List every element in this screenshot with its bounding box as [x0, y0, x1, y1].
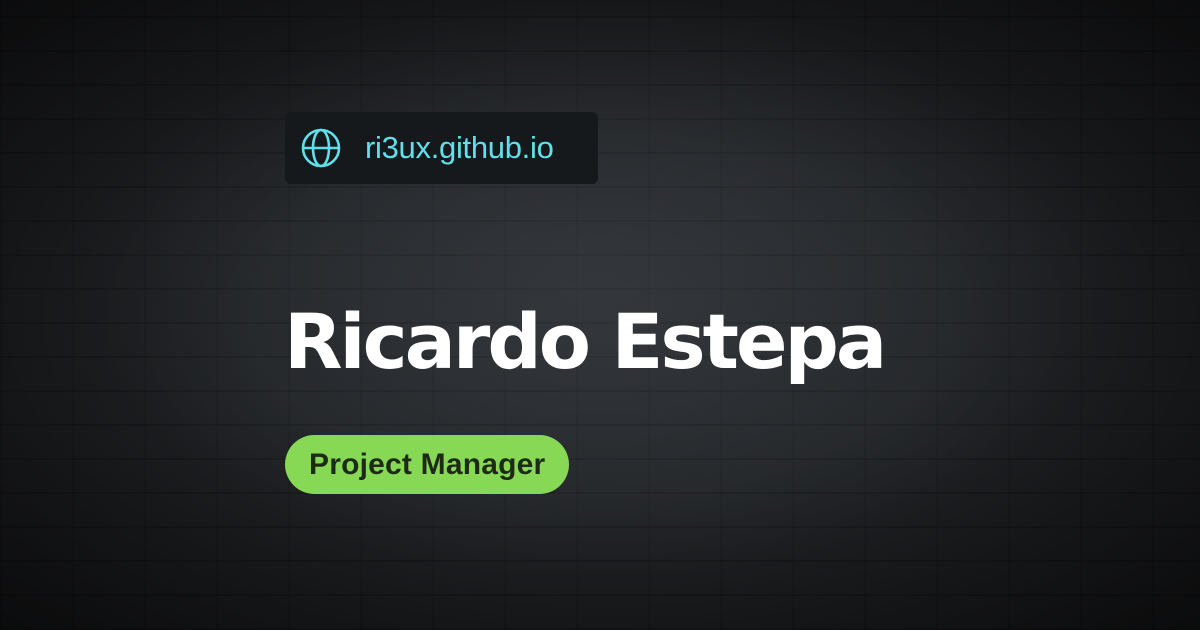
profile-name: Ricardo Estepa	[284, 297, 887, 386]
role-label: Project Manager	[309, 447, 546, 481]
website-link[interactable]: ri3ux.github.io	[285, 112, 598, 184]
globe-icon	[299, 126, 343, 170]
website-url: ri3ux.github.io	[365, 130, 554, 165]
role-badge: Project Manager	[285, 435, 570, 494]
